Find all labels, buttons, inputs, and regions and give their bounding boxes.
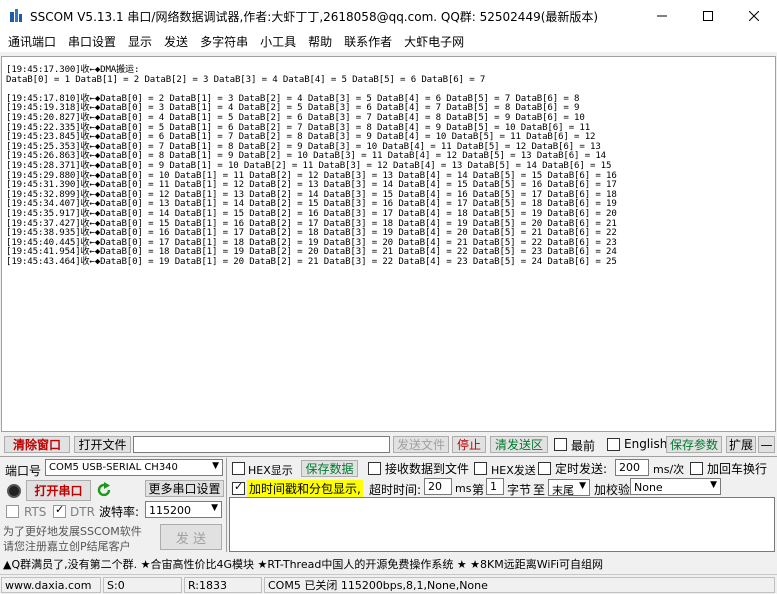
menu-bar: 通讯端口 串口设置 显示 发送 多字符串 小工具 帮助 联系作者 大虾电子网 [0, 31, 777, 52]
maximize-button[interactable] [685, 0, 731, 31]
send-button[interactable]: 发 送 [160, 524, 222, 550]
timeout-input[interactable]: 20 [424, 478, 452, 495]
receive-area[interactable]: [19:45:17.300]收←◆DMA搬运: DataB[0] = 1 Data… [1, 56, 776, 432]
stop-button[interactable]: 停止 [452, 436, 486, 453]
receive-line: [19:45:43.464]收←◆DataB[0] = 19 DataB[1] … [6, 256, 617, 267]
receive-line: DataB[0] = 1 DataB[1] = 2 DataB[2] = 3 D… [6, 74, 486, 85]
menu-tools[interactable]: 小工具 [256, 33, 304, 50]
receive-to-file-checkbox[interactable] [368, 462, 381, 475]
window-title: SSCOM V5.13.1 串口/网络数据调试器,作者:大虾丁丁,2618058… [30, 10, 599, 24]
minimize-icon [657, 15, 667, 16]
chevron-down-icon: ▼ [212, 461, 219, 471]
close-button[interactable] [731, 0, 777, 31]
hex-send-label: HEX发送 [491, 464, 536, 477]
status-port-info: COM5 已关闭 115200bps,8,1,None,None [264, 577, 775, 593]
refresh-icon[interactable] [96, 482, 112, 498]
clear-send-area-button[interactable]: 清发送区 [490, 436, 548, 453]
save-params-button[interactable]: 保存参数 [666, 436, 722, 453]
divider [0, 456, 777, 457]
timed-send-unit: ms/次 [653, 463, 685, 476]
expand-button[interactable]: 扩展 [726, 436, 756, 453]
menu-comm-port[interactable]: 通讯端口 [4, 33, 64, 50]
port-label: 端口号 [5, 464, 42, 478]
receive-to-file-label: 接收数据到文件 [385, 462, 470, 476]
promo-line-2[interactable]: 请您注册嘉立创P结尾客户 [3, 538, 131, 554]
add-crlf-checkbox[interactable] [690, 462, 703, 475]
timed-send-label: 定时发送: [555, 462, 608, 476]
checksum-select-value: None [634, 481, 663, 494]
menu-serial-settings[interactable]: 串口设置 [64, 33, 124, 50]
to-label: 至 [533, 483, 546, 497]
checksum-select[interactable]: None ▼ [630, 478, 721, 495]
news-ticker[interactable]: ▲Q群满员了,没有第二个群. ★合宙高性价比4G模块 ★RT-Thread中国人… [3, 556, 603, 572]
close-icon [749, 10, 759, 21]
maximize-icon [703, 10, 713, 21]
hex-send-checkbox[interactable] [474, 462, 487, 475]
port-status-indicator-icon [7, 484, 21, 498]
timestamp-label: 加时间戳和分包显示, [247, 480, 363, 497]
english-label: English [624, 437, 668, 451]
panel-divider [226, 458, 227, 552]
checksum-label: 加校验 [594, 483, 631, 497]
status-website[interactable]: www.daxia.com [1, 577, 101, 593]
save-data-button[interactable]: 保存数据 [301, 460, 358, 477]
last-checkbox[interactable] [554, 438, 567, 451]
port-select[interactable]: COM5 USB-SERIAL CH340 ▼ [45, 459, 223, 476]
add-crlf-label: 加回车换行 [707, 462, 768, 476]
chevron-down-icon: ▼ [579, 481, 586, 491]
baud-select-value: 115200 [149, 504, 191, 517]
tail-select[interactable]: 末尾 ▼ [548, 479, 590, 496]
rts-label: RTS [24, 505, 47, 519]
menu-display[interactable]: 显示 [124, 33, 160, 50]
baud-select[interactable]: 115200 ▼ [145, 501, 222, 518]
byte-unit-label: 字节 [507, 483, 532, 497]
menu-send[interactable]: 发送 [160, 33, 196, 50]
tail-select-value: 末尾 [552, 484, 574, 496]
baud-label: 波特率: [99, 505, 140, 519]
menu-multi-string[interactable]: 多字符串 [196, 33, 256, 50]
expand-toggle-button[interactable]: — [758, 436, 775, 453]
file-path-field[interactable] [133, 436, 390, 453]
app-icon [10, 9, 22, 22]
status-received-count: R:1833 [184, 577, 262, 593]
clear-window-button[interactable]: 清除窗口 [4, 436, 70, 453]
timestamp-checkbox[interactable] [232, 480, 245, 495]
hex-display-checkbox[interactable] [232, 462, 245, 475]
rts-checkbox[interactable] [6, 505, 19, 518]
open-port-button[interactable]: 打开串口 [26, 480, 91, 501]
send-input[interactable] [229, 497, 775, 552]
byte-index-input[interactable]: 1 [486, 478, 504, 495]
english-checkbox[interactable] [607, 438, 620, 451]
dtr-label: DTR [70, 505, 95, 519]
byte-prefix-label: 第 [472, 483, 485, 497]
more-serial-settings-button[interactable]: 更多串口设置 [145, 480, 224, 497]
port-select-value: COM5 USB-SERIAL CH340 [49, 462, 178, 473]
open-file-button[interactable]: 打开文件 [74, 436, 131, 453]
timeout-label: 超时时间: [369, 483, 422, 497]
chevron-down-icon: ▼ [710, 480, 717, 490]
last-label: 最前 [571, 439, 596, 453]
timed-send-checkbox[interactable] [538, 462, 551, 475]
chevron-down-icon: ▼ [211, 503, 218, 513]
hex-display-label: HEX显示 [248, 464, 293, 477]
minimize-button[interactable] [639, 0, 685, 31]
menu-daxia-website[interactable]: 大虾电子网 [400, 33, 472, 50]
status-sent-count: S:0 [103, 577, 182, 593]
timeout-unit: ms [455, 482, 472, 495]
timed-send-input[interactable]: 200 [615, 459, 649, 476]
status-bar: www.daxia.com S:0 R:1833 COM5 已关闭 115200… [0, 574, 777, 594]
menu-contact-author[interactable]: 联系作者 [340, 33, 400, 50]
dtr-checkbox[interactable] [53, 503, 66, 518]
send-file-button[interactable]: 发送文件 [393, 436, 449, 453]
title-bar: SSCOM V5.13.1 串口/网络数据调试器,作者:大虾丁丁,2618058… [0, 0, 777, 31]
menu-help[interactable]: 帮助 [304, 33, 340, 50]
promo-line-1: 为了更好地发展SSCOM软件 [3, 525, 142, 538]
